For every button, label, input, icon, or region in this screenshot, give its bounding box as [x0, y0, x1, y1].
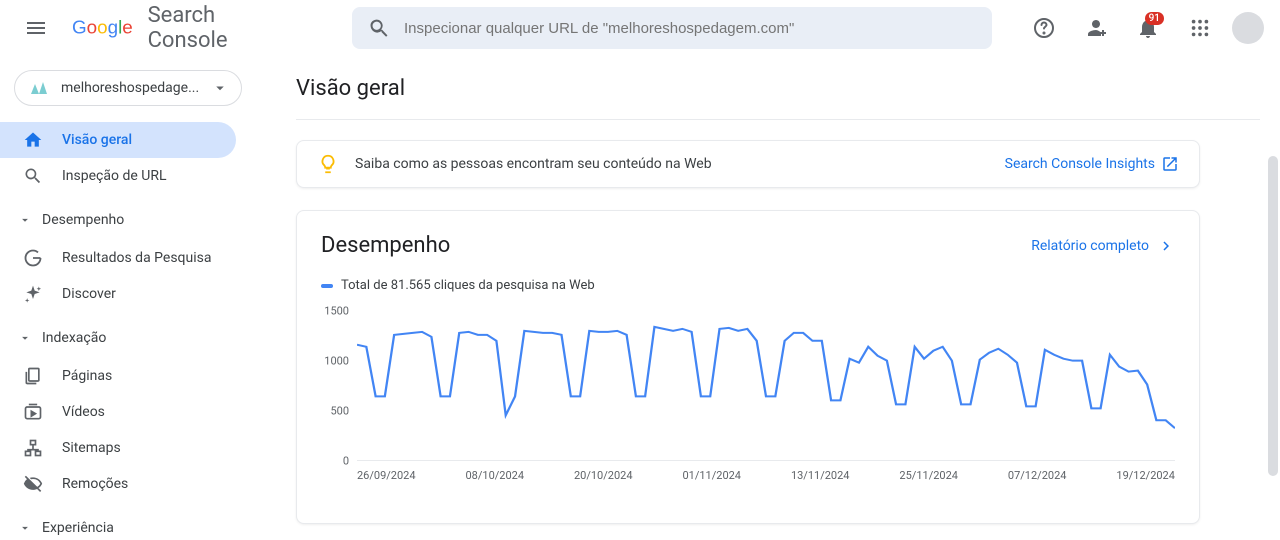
caret-down-icon: [18, 331, 32, 345]
property-label: melhoreshospedage...: [61, 80, 201, 96]
person-add-icon: [1084, 16, 1108, 40]
chevron-right-icon: [1157, 237, 1175, 255]
apps-button[interactable]: [1180, 8, 1220, 48]
search-icon: [368, 17, 390, 39]
property-icon: [27, 80, 51, 96]
users-button[interactable]: [1076, 8, 1116, 48]
lightbulb-icon: [317, 153, 339, 175]
sidebar-item-search-results[interactable]: Resultados da Pesquisa: [0, 240, 236, 276]
caret-down-icon: [18, 213, 32, 227]
full-report-label: Relatório completo: [1031, 238, 1149, 254]
notifications-button[interactable]: 91: [1128, 8, 1168, 48]
discover-icon: [23, 284, 43, 304]
sidebar-item-url-inspect[interactable]: Inspeção de URL: [0, 158, 236, 194]
sidebar-item-sitemaps[interactable]: Sitemaps: [0, 430, 236, 466]
logo[interactable]: Google Search Console: [72, 3, 300, 53]
performance-chart: 150010005000 26/09/202408/10/202420/10/2…: [321, 311, 1175, 491]
section-performance[interactable]: Desempenho: [0, 200, 256, 240]
x-tick: 20/10/2024: [574, 469, 633, 482]
nav-label: Discover: [62, 286, 116, 302]
insights-link[interactable]: Search Console Insights: [1005, 155, 1179, 173]
nav-label: Visão geral: [62, 132, 132, 148]
sidebar-item-pages[interactable]: Páginas: [0, 358, 236, 394]
google-g-icon: [23, 248, 43, 268]
y-tick: 500: [330, 405, 349, 418]
performance-title: Desempenho: [321, 233, 1031, 258]
chart-line: [357, 327, 1175, 428]
nav-label: Inspeção de URL: [62, 168, 167, 184]
google-logo-icon: Google: [72, 16, 142, 40]
performance-card: Desempenho Relatório completo Total de 8…: [296, 210, 1200, 524]
section-label: Desempenho: [42, 212, 124, 228]
legend-label: Total de 81.565 cliques da pesquisa na W…: [341, 278, 595, 293]
help-button[interactable]: [1024, 8, 1064, 48]
section-experience[interactable]: Experiência: [0, 508, 256, 540]
header: Google Search Console 91: [0, 0, 1280, 56]
sidebar-item-removals[interactable]: Remoções: [0, 466, 236, 502]
insights-link-label: Search Console Insights: [1005, 156, 1155, 172]
x-tick: 07/12/2024: [1008, 469, 1067, 482]
search-icon: [23, 166, 43, 186]
url-search-bar[interactable]: [352, 7, 992, 49]
chart-legend: Total de 81.565 cliques da pesquisa na W…: [321, 278, 1175, 293]
nav-label: Sitemaps: [62, 440, 121, 456]
notification-badge: 91: [1145, 12, 1164, 25]
svg-text:Google: Google: [72, 17, 133, 38]
apps-icon: [1189, 17, 1211, 39]
removals-icon: [23, 474, 43, 494]
main-menu-button[interactable]: [16, 8, 56, 48]
nav-label: Remoções: [62, 476, 128, 492]
y-tick: 1500: [324, 305, 349, 318]
pages-icon: [23, 366, 43, 386]
sidebar-item-overview[interactable]: Visão geral: [0, 122, 236, 158]
sidebar-item-discover[interactable]: Discover: [0, 276, 236, 312]
url-search-input[interactable]: [404, 20, 976, 37]
section-indexing[interactable]: Indexação: [0, 318, 256, 358]
scrollbar[interactable]: [1268, 156, 1278, 476]
open-new-icon: [1161, 155, 1179, 173]
account-avatar[interactable]: [1232, 12, 1264, 44]
x-tick: 13/11/2024: [791, 469, 850, 482]
content-area: Visão geral Saiba como as pessoas encont…: [256, 56, 1280, 540]
home-icon: [23, 130, 43, 150]
y-tick: 1000: [324, 355, 349, 368]
nav-label: Vídeos: [62, 404, 105, 420]
property-selector[interactable]: melhoreshospedage...: [14, 70, 242, 106]
page-title: Visão geral: [296, 56, 1260, 120]
video-icon: [23, 402, 43, 422]
insights-text: Saiba como as pessoas encontram seu cont…: [355, 156, 989, 172]
legend-swatch: [321, 284, 333, 288]
insights-card: Saiba como as pessoas encontram seu cont…: [296, 140, 1200, 188]
sidebar-item-videos[interactable]: Vídeos: [0, 394, 236, 430]
nav-label: Páginas: [62, 368, 112, 384]
section-label: Indexação: [42, 330, 106, 346]
full-report-link[interactable]: Relatório completo: [1031, 237, 1175, 255]
x-tick: 01/11/2024: [682, 469, 741, 482]
nav-label: Resultados da Pesquisa: [62, 250, 211, 266]
sidebar: melhoreshospedage... Visão geral Inspeçã…: [0, 56, 256, 540]
help-icon: [1032, 16, 1056, 40]
x-tick: 26/09/2024: [357, 469, 416, 482]
caret-down-icon: [18, 521, 32, 535]
x-tick: 19/12/2024: [1116, 469, 1175, 482]
section-label: Experiência: [42, 520, 114, 536]
y-tick: 0: [343, 455, 349, 468]
chevron-down-icon: [211, 79, 229, 97]
sitemap-icon: [23, 438, 43, 458]
logo-text: Search Console: [148, 3, 300, 53]
menu-icon: [24, 16, 48, 40]
x-tick: 08/10/2024: [465, 469, 524, 482]
x-tick: 25/11/2024: [899, 469, 958, 482]
